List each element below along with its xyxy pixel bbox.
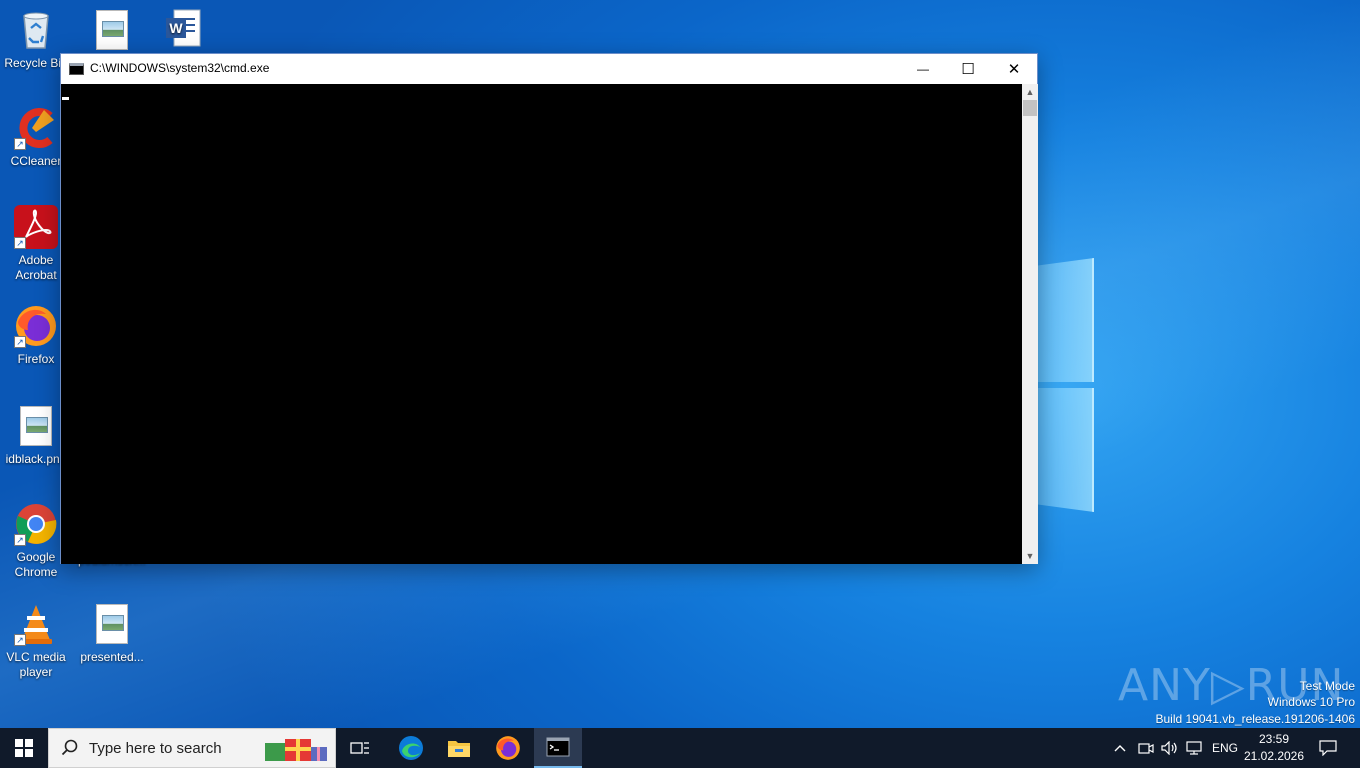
shortcut-arrow-icon: ↗ xyxy=(14,534,26,546)
taskbar-cmd-active[interactable] xyxy=(534,728,582,768)
window-title: C:\WINDOWS\system32\cmd.exe xyxy=(90,61,270,75)
file-explorer-icon xyxy=(448,741,470,757)
edge-icon xyxy=(399,736,423,760)
close-icon: ✕ xyxy=(1007,61,1021,78)
close-button[interactable]: ✕ xyxy=(991,54,1037,84)
maximize-icon: ☐ xyxy=(961,61,975,78)
ccleaner-icon: ↗ xyxy=(14,106,58,150)
desktop-icon-label: Adobe Acrobat xyxy=(15,253,57,282)
clock-date: 21.02.2026 xyxy=(1243,749,1305,763)
word-document-icon: W xyxy=(162,8,206,52)
text-cursor xyxy=(62,97,69,100)
shortcut-arrow-icon: ↗ xyxy=(14,237,26,249)
network-icon xyxy=(1186,741,1202,755)
notification-icon xyxy=(1319,740,1337,756)
shortcut-arrow-icon: ↗ xyxy=(14,138,26,150)
windows-start-icon xyxy=(15,739,33,757)
console-output-area[interactable] xyxy=(61,84,1022,564)
windows-wallpaper-logo xyxy=(1038,258,1094,512)
taskbar-task-view[interactable] xyxy=(340,728,380,768)
firefox-icon xyxy=(496,736,520,760)
cmd-icon xyxy=(546,737,570,757)
desktop-icon-vlc[interactable]: ↗ VLC media player xyxy=(0,602,74,680)
minimize-icon: — xyxy=(917,62,929,76)
desktop-icon-image-file[interactable]: presented... xyxy=(74,602,150,665)
tray-meet-now[interactable] xyxy=(1138,728,1158,768)
maximize-button[interactable]: ☐ xyxy=(945,54,991,84)
desktop-icon-word-document[interactable]: W xyxy=(146,8,222,56)
tray-network[interactable] xyxy=(1185,728,1207,768)
svg-text:W: W xyxy=(169,20,183,36)
windows-edition-text: Windows 10 Pro xyxy=(1267,695,1355,709)
scroll-down-icon: ▼ xyxy=(1025,551,1035,561)
search-icon xyxy=(61,739,79,762)
task-view-icon xyxy=(350,742,369,754)
clock-time: 23:59 xyxy=(1258,732,1290,746)
taskbar: Type here to search ENG 23:59 21.02.2026 xyxy=(0,728,1360,768)
image-file-icon xyxy=(20,406,52,446)
chrome-icon: ↗ xyxy=(14,502,58,546)
action-center-button[interactable] xyxy=(1316,728,1340,768)
scroll-down-button[interactable]: ▼ xyxy=(1022,548,1038,564)
vlc-icon: ↗ xyxy=(14,602,58,646)
cmd-window[interactable]: C:\WINDOWS\system32\cmd.exe — ☐ ✕ ▲ ▼ xyxy=(60,53,1038,564)
camera-icon xyxy=(1138,743,1154,754)
vertical-scrollbar[interactable]: ▲ ▼ xyxy=(1022,84,1038,564)
shortcut-arrow-icon: ↗ xyxy=(14,336,26,348)
tray-language[interactable]: ENG xyxy=(1212,728,1238,768)
minimize-button[interactable]: — xyxy=(900,54,946,84)
language-indicator: ENG xyxy=(1212,741,1239,755)
taskbar-search-box[interactable]: Type here to search xyxy=(48,728,336,768)
desktop-icon-label: VLC media player xyxy=(6,650,66,679)
windows-build-text: Build 19041.vb_release.191206-1406 xyxy=(1155,712,1356,726)
taskbar-firefox[interactable] xyxy=(486,728,530,768)
cmd-app-icon[interactable] xyxy=(69,63,84,75)
image-file-icon xyxy=(96,604,128,644)
scroll-up-button[interactable]: ▲ xyxy=(1022,84,1038,100)
desktop-icon-label: Google Chrome xyxy=(14,550,58,579)
search-placeholder: Type here to search xyxy=(89,740,222,757)
test-mode-text: Test Mode xyxy=(1299,679,1355,693)
taskbar-clock[interactable]: 23:59 21.02.2026 xyxy=(1240,731,1308,765)
tray-volume[interactable] xyxy=(1161,728,1181,768)
firefox-icon: ↗ xyxy=(14,304,58,348)
recycle-bin-icon xyxy=(14,8,58,52)
desktop-icon-label: presented... xyxy=(80,650,144,664)
chevron-up-icon xyxy=(1114,745,1126,752)
acrobat-icon: ↗ xyxy=(14,205,58,249)
taskbar-file-explorer[interactable] xyxy=(437,728,481,768)
start-button[interactable] xyxy=(0,728,48,768)
search-highlight-gifts-icon[interactable] xyxy=(263,735,329,763)
scroll-thumb[interactable] xyxy=(1023,100,1037,116)
scroll-up-icon: ▲ xyxy=(1025,87,1035,97)
speaker-icon xyxy=(1161,741,1177,755)
window-titlebar[interactable]: C:\WINDOWS\system32\cmd.exe — ☐ ✕ xyxy=(61,54,1037,84)
image-file-icon xyxy=(96,10,128,50)
taskbar-edge[interactable] xyxy=(389,728,433,768)
shortcut-arrow-icon: ↗ xyxy=(14,634,26,646)
desktop-icon-image-file[interactable] xyxy=(74,8,150,52)
tray-overflow-button[interactable] xyxy=(1114,728,1132,768)
